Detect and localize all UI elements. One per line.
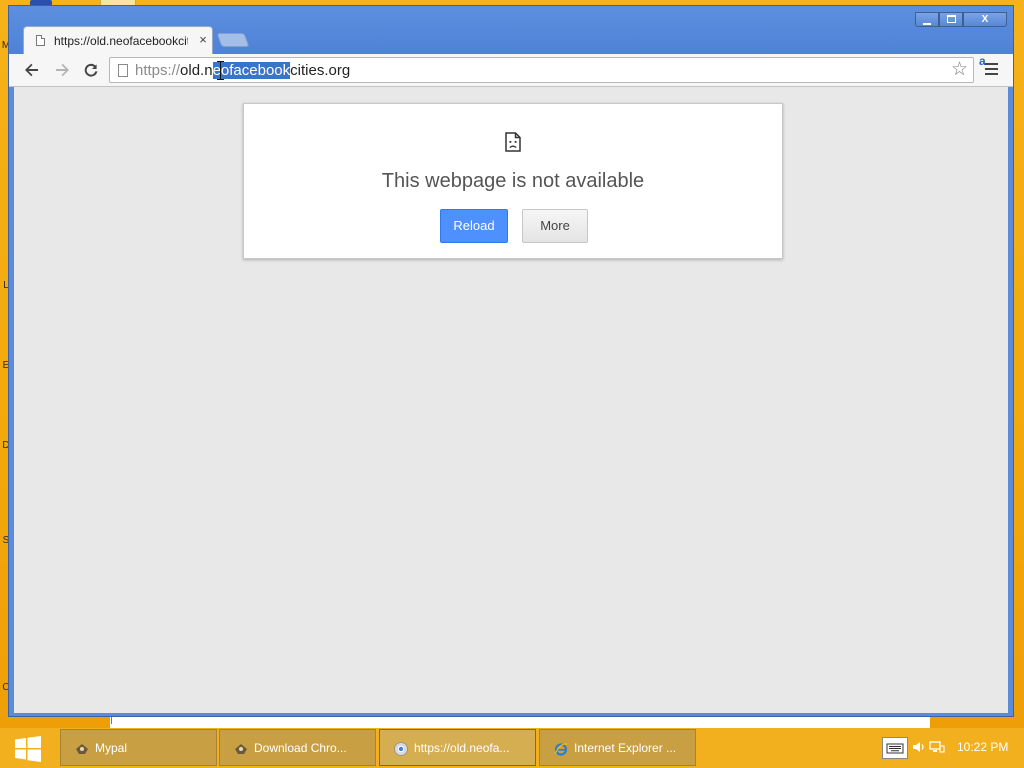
ie-icon bbox=[554, 743, 568, 756]
arrow-right-icon bbox=[56, 63, 69, 77]
taskbar-item-internet-explorer[interactable]: Internet Explorer ... bbox=[539, 729, 696, 766]
keyboard-icon[interactable] bbox=[882, 737, 908, 759]
taskbar-item-label: Mypal bbox=[95, 741, 128, 755]
page-icon bbox=[36, 35, 45, 46]
reload-icon bbox=[84, 63, 98, 77]
error-card: This webpage is not available Reload Mor… bbox=[243, 103, 783, 259]
taskbar-item-label: Download Chro... bbox=[254, 741, 347, 755]
error-heading: This webpage is not available bbox=[381, 170, 645, 192]
close-button[interactable]: X bbox=[963, 12, 1007, 27]
mypal-icon bbox=[76, 744, 88, 754]
menu-icon[interactable] bbox=[985, 63, 998, 75]
taskbar-item-label: https://old.neofa... bbox=[414, 741, 510, 755]
clock[interactable]: 10:22 PM bbox=[957, 740, 1008, 754]
volume-icon[interactable] bbox=[912, 740, 926, 754]
taskbar-item-label: Internet Explorer ... bbox=[574, 741, 677, 755]
background-window-caret bbox=[111, 716, 112, 724]
minimize-button[interactable] bbox=[915, 12, 939, 27]
network-icon[interactable] bbox=[929, 740, 945, 754]
taskbar-item-download-chrome[interactable]: Download Chro... bbox=[219, 729, 376, 766]
back-button[interactable] bbox=[21, 59, 43, 81]
tab-title: https://old.neofacebookcities.org bbox=[54, 34, 188, 48]
keyboard-glyph-icon bbox=[886, 743, 904, 754]
title-bar[interactable]: https://old.neofacebookcities.org × X bbox=[9, 6, 1013, 54]
close-icon: X bbox=[981, 14, 989, 25]
taskbar-item-chrome[interactable]: https://old.neofa... bbox=[379, 729, 536, 766]
tab-active[interactable]: https://old.neofacebookcities.org × bbox=[23, 26, 213, 54]
address-bar[interactable]: https://old.neofacebookcities.org ☆ bbox=[109, 57, 974, 83]
maximize-icon bbox=[946, 15, 956, 23]
mypal-icon bbox=[235, 744, 247, 754]
url-selected-text: eofacebook bbox=[212, 62, 291, 79]
text-cursor-icon bbox=[217, 61, 224, 80]
bookmark-star-icon[interactable]: ☆ bbox=[951, 59, 968, 81]
forward-button[interactable] bbox=[51, 59, 73, 81]
maximize-button[interactable] bbox=[939, 12, 963, 27]
page-content: This webpage is not available Reload Mor… bbox=[14, 87, 1008, 713]
reload-button[interactable] bbox=[80, 59, 102, 81]
tab-close-icon[interactable]: × bbox=[196, 32, 210, 48]
browser-window: https://old.neofacebookcities.org × X bbox=[8, 5, 1014, 717]
chrome-icon bbox=[394, 742, 408, 756]
page-icon bbox=[118, 64, 128, 77]
taskbar: Mypal Download Chro... https://old.neofa… bbox=[0, 728, 1024, 768]
sad-page-icon bbox=[505, 132, 521, 152]
minimize-icon bbox=[923, 23, 931, 25]
taskbar-item-mypal[interactable]: Mypal bbox=[60, 729, 217, 766]
url-scheme: https:// bbox=[135, 62, 181, 79]
browser-toolbar: https://old.neofacebookcities.org ☆ a bbox=[9, 54, 1013, 87]
address-bar-url[interactable]: https://old.neofacebookcities.org bbox=[135, 62, 350, 79]
reload-page-button[interactable]: Reload bbox=[440, 209, 508, 243]
more-button[interactable]: More bbox=[522, 209, 588, 243]
arrow-left-icon bbox=[25, 63, 38, 77]
url-host-start: old.n bbox=[180, 62, 213, 79]
new-tab-button[interactable] bbox=[216, 33, 250, 47]
url-host-end: cities.org bbox=[290, 62, 351, 79]
windows-start-icon[interactable] bbox=[14, 735, 42, 763]
